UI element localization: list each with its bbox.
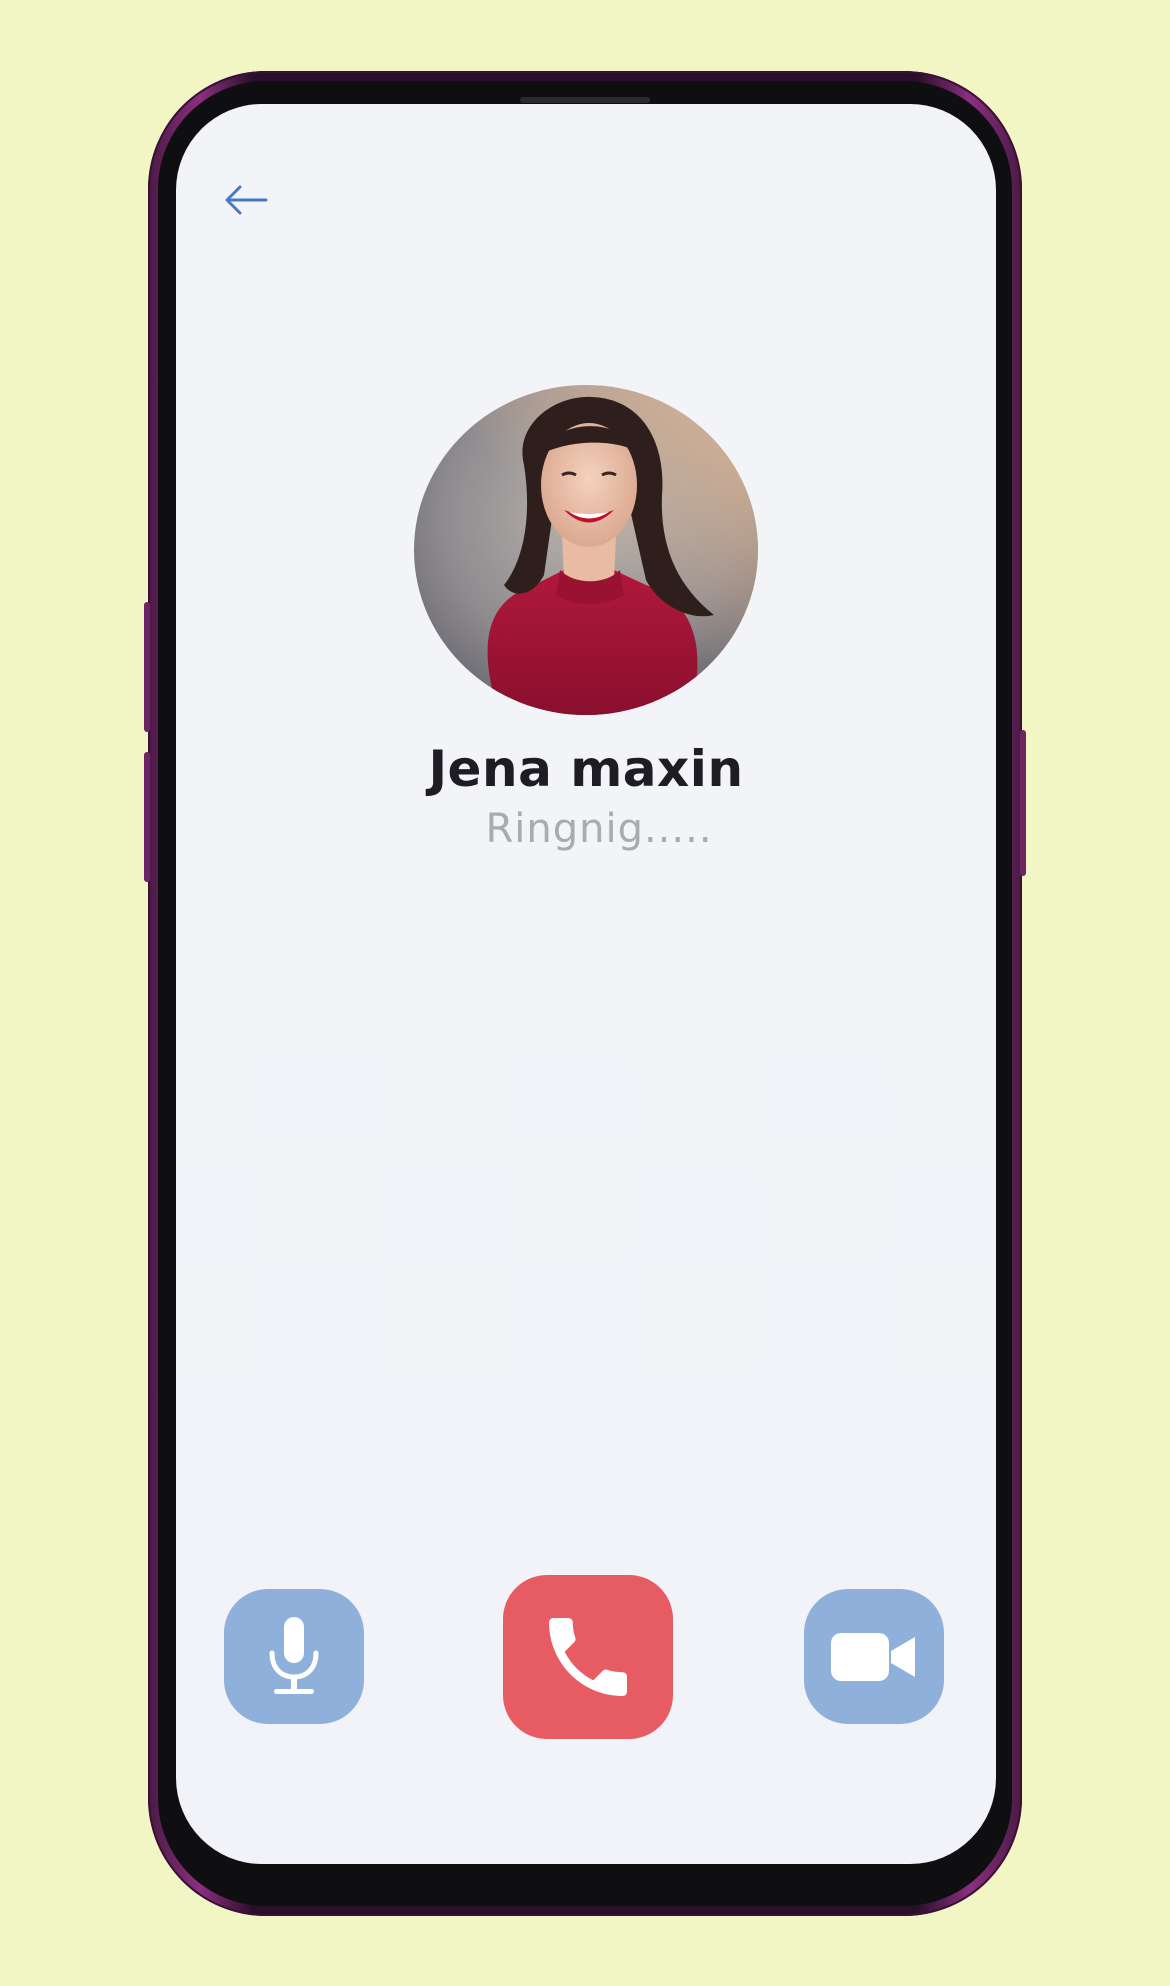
caller-photo — [414, 385, 758, 715]
phone-icon — [549, 1618, 627, 1696]
caller-avatar — [414, 385, 758, 715]
earpiece-speaker — [520, 97, 650, 103]
arrow-left-icon — [225, 185, 268, 215]
volume-down-button — [144, 752, 150, 882]
video-call-button[interactable] — [804, 1589, 944, 1724]
mute-mic-button[interactable] — [224, 1589, 364, 1724]
microphone-icon — [269, 1616, 319, 1694]
video-camera-icon — [831, 1632, 915, 1681]
back-button[interactable] — [218, 172, 274, 228]
caller-name: Jena maxin — [428, 740, 744, 798]
power-button — [1020, 730, 1026, 876]
call-screen: Jena maxin Ringnig..... — [176, 104, 996, 1864]
call-status: Ringnig..... — [485, 806, 713, 852]
end-call-button[interactable] — [503, 1575, 673, 1739]
volume-up-button — [144, 602, 150, 732]
